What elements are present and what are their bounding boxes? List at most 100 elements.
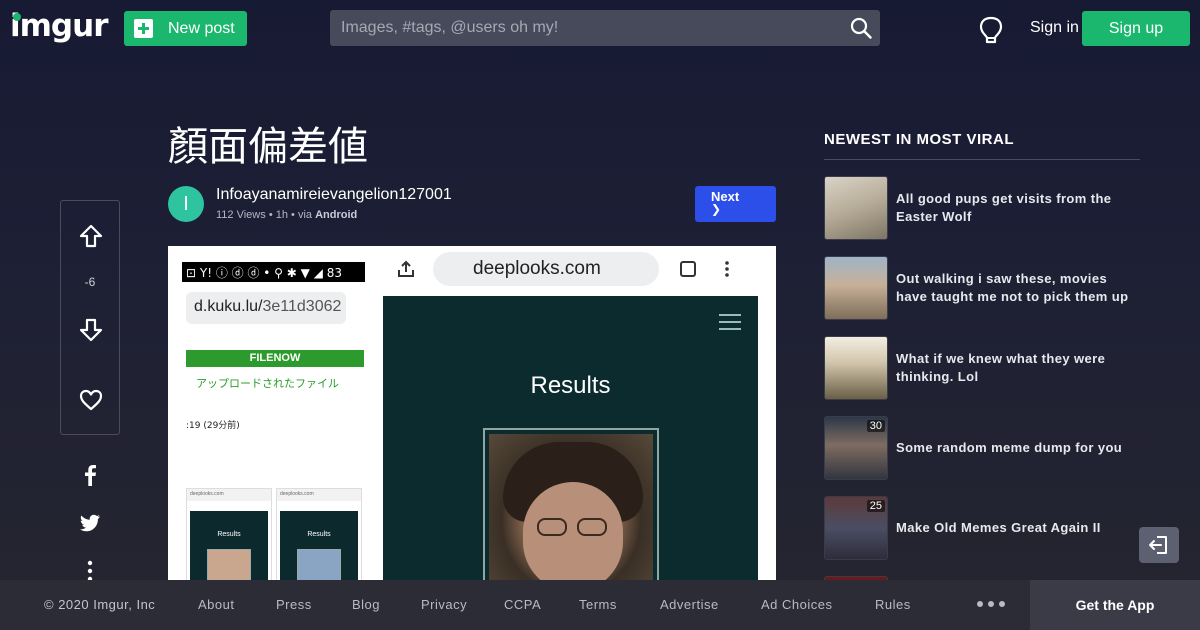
avatar[interactable]: I [168, 186, 204, 222]
right-browser-bar: deeplooks.com [383, 246, 776, 296]
mini-url: deeplooks.com [277, 489, 361, 501]
footer-link-terms[interactable]: Terms [579, 597, 617, 612]
author-link[interactable]: Infoayanamireievangelion127001 [216, 186, 452, 204]
post-thumbnail[interactable]: 30 [824, 416, 888, 480]
sidebar-post-item[interactable]: 25 Make Old Memes Great Again II [824, 496, 1144, 560]
mini-face-photo [297, 549, 341, 580]
sidebar-post-title[interactable]: Out walking i saw these, movies have tau… [896, 256, 1140, 320]
avatar-letter: I [183, 192, 189, 215]
search-icon[interactable] [850, 17, 872, 39]
left-screenshot: ⊡ Y! ⓘ ⓓ ⓓ • ⚲ ✱ ▼ ◢ 83 d.kuku.lu/3e11d3… [182, 262, 365, 580]
post-age: 1h [275, 209, 288, 221]
post-thumbnail[interactable] [824, 336, 888, 400]
upload-time: :19 (29分前) [186, 421, 240, 431]
facebook-icon[interactable] [78, 463, 102, 487]
photo-glasses [577, 518, 607, 536]
upvote-arrow-icon[interactable] [78, 223, 104, 249]
view-count: 112 Views [216, 209, 266, 221]
footer: © 2020 Imgur, Inc About Press Blog Priva… [0, 580, 1200, 630]
footer-link-blog[interactable]: Blog [352, 597, 380, 612]
mini-results-title: Results [217, 531, 241, 538]
twitter-icon[interactable] [78, 511, 102, 535]
new-post-button[interactable]: New post [124, 11, 247, 46]
top-bar: imgur New post Sign in Sign up [0, 0, 1200, 56]
via-prefix: via [297, 209, 313, 221]
mini-url: deeplooks.com [187, 489, 271, 501]
sidebar-divider [824, 159, 1140, 160]
sidebar-post-title[interactable]: Make Old Memes Great Again II [896, 496, 1140, 560]
footer-link-press[interactable]: Press [276, 597, 312, 612]
plus-icon [134, 19, 153, 38]
footer-link-ad-choices[interactable]: Ad Choices [761, 597, 832, 612]
get-the-app-button[interactable]: Get the App [1030, 580, 1200, 630]
hamburger-menu-icon [719, 314, 741, 330]
logo-text: imgur [10, 8, 108, 44]
photo-glasses [537, 518, 567, 536]
vote-panel: -6 [60, 200, 120, 435]
sidebar-post-item[interactable]: 30 Some random meme dump for you [824, 416, 1144, 480]
footer-link-advertise[interactable]: Advertise [660, 597, 719, 612]
left-url-path: 3e11d3062 [262, 298, 342, 315]
meta-separator: • [268, 209, 276, 221]
sidebar-post-item[interactable]: What if we knew what they were thinking.… [824, 336, 1144, 400]
imgur-logo[interactable]: imgur [10, 8, 108, 44]
mini-results-panel: Results [280, 511, 358, 580]
post-thumbnail[interactable] [824, 176, 888, 240]
meta-separator: • [291, 209, 298, 221]
post-meta: 112 Views • 1h • via Android [216, 209, 357, 221]
exit-button[interactable] [1139, 527, 1179, 563]
results-title: Results [530, 372, 611, 399]
search-input[interactable] [330, 10, 830, 46]
sidebar-post-title[interactable]: What if we knew what they were thinking.… [896, 336, 1140, 400]
face-photo-frame [483, 428, 659, 580]
exit-icon [1149, 536, 1167, 554]
sidebar-heading: NEWEST IN MOST VIRAL [824, 131, 1014, 148]
sidebar-post-title[interactable]: Some random meme dump for you [896, 416, 1140, 480]
results-panel: Results [383, 296, 758, 580]
more-links-icon[interactable] [976, 600, 1006, 608]
trophy-icon[interactable] [978, 16, 1004, 44]
mini-results-title: Results [307, 531, 331, 538]
mini-results-panel: Results [190, 511, 268, 580]
left-url-bar: d.kuku.lu/3e11d3062 [186, 292, 346, 324]
mini-screenshot: deeplooks.com Results [276, 488, 362, 580]
get-app-label: Get the App [1075, 597, 1155, 613]
sidebar-post-item[interactable]: All good pups get visits from the Easter… [824, 176, 1144, 240]
copyright: © 2020 Imgur, Inc [44, 597, 156, 612]
via-platform: Android [315, 209, 358, 221]
share-icon [398, 260, 414, 277]
left-url-host: d.kuku.lu/ [194, 298, 263, 315]
image-count-badge: 25 [866, 500, 885, 512]
post-title: 顏面偏差値 [168, 124, 368, 170]
new-post-label: New post [168, 19, 235, 37]
footer-link-ccpa[interactable]: CCPA [504, 597, 541, 612]
image-count-badge: 30 [866, 420, 885, 432]
post-thumbnail[interactable]: 25 [824, 496, 888, 560]
post-image[interactable]: ⊡ Y! ⓘ ⓓ ⓓ • ⚲ ✱ ▼ ◢ 83 d.kuku.lu/3e11d3… [168, 246, 776, 580]
sign-up-label: Sign up [1108, 19, 1164, 37]
sign-in-link[interactable]: Sign in [1030, 19, 1079, 37]
upload-text: アップロードされたファイル [196, 377, 339, 390]
logo-dot [13, 13, 21, 21]
next-post-button[interactable]: Next ❯ [695, 186, 776, 222]
heart-icon[interactable] [78, 387, 104, 413]
status-bar: ⊡ Y! ⓘ ⓓ ⓓ • ⚲ ✱ ▼ ◢ 83 [182, 262, 365, 282]
face-photo [489, 434, 653, 580]
footer-link-about[interactable]: About [198, 597, 234, 612]
sign-up-button[interactable]: Sign up [1082, 11, 1190, 46]
post-thumbnail[interactable] [824, 256, 888, 320]
footer-link-rules[interactable]: Rules [875, 597, 911, 612]
post-score: -6 [84, 275, 96, 289]
tabs-icon [680, 261, 696, 277]
footer-link-privacy[interactable]: Privacy [421, 597, 467, 612]
downvote-arrow-icon[interactable] [78, 317, 104, 343]
kebab-menu-icon [725, 261, 729, 277]
filenow-banner: FILENOW [186, 350, 364, 367]
right-url: deeplooks.com [433, 252, 659, 286]
chevron-right-icon: ❯ [711, 202, 722, 216]
search-bar [330, 10, 880, 46]
sidebar-post-item[interactable]: Out walking i saw these, movies have tau… [824, 256, 1144, 320]
sidebar-post-title[interactable]: All good pups get visits from the Easter… [896, 176, 1140, 240]
mini-face-photo [207, 549, 251, 580]
mini-screenshot: deeplooks.com Results [186, 488, 272, 580]
